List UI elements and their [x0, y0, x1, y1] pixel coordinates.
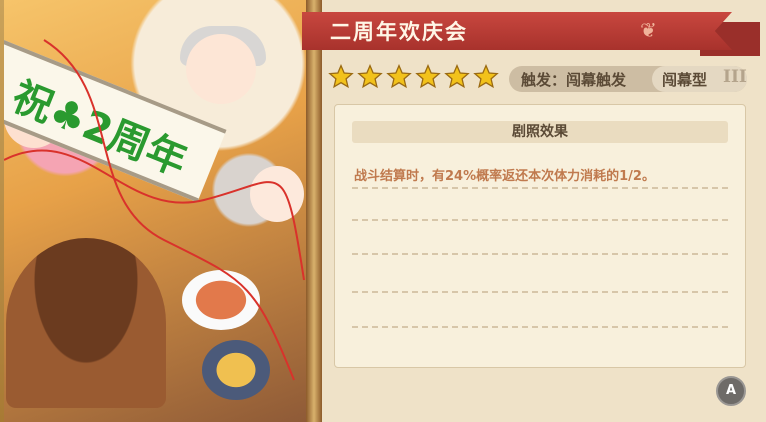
- card-title: 二周年欢庆会: [330, 20, 468, 44]
- divider: [352, 326, 728, 328]
- star-icon: [386, 64, 412, 89]
- a-button[interactable]: A: [716, 376, 746, 406]
- card-art: 祝♣2周年: [4, 0, 310, 422]
- divider: [352, 253, 728, 255]
- star-icon: [357, 64, 383, 89]
- effect-header: 剧照效果: [352, 121, 728, 143]
- effect-description: 战斗结算时，有24%概率返还本次体力消耗的1/2。: [354, 169, 655, 184]
- card-edge: [306, 0, 322, 422]
- divider: [352, 219, 728, 221]
- star-icon: [415, 64, 441, 89]
- star-icon: [473, 64, 499, 89]
- star-icon: [328, 64, 354, 89]
- swirl-ornament-icon: ❦: [640, 18, 657, 42]
- trigger-label: 触发：闯幕触发: [521, 71, 627, 89]
- divider: [352, 187, 728, 189]
- type-rank: III: [723, 67, 747, 87]
- type-label: 闯幕型: [662, 71, 708, 89]
- rarity-stars: [328, 64, 499, 90]
- star-icon: [444, 64, 470, 89]
- divider: [352, 291, 728, 293]
- effect-box: [334, 104, 746, 368]
- art-ribbon: [4, 39, 305, 381]
